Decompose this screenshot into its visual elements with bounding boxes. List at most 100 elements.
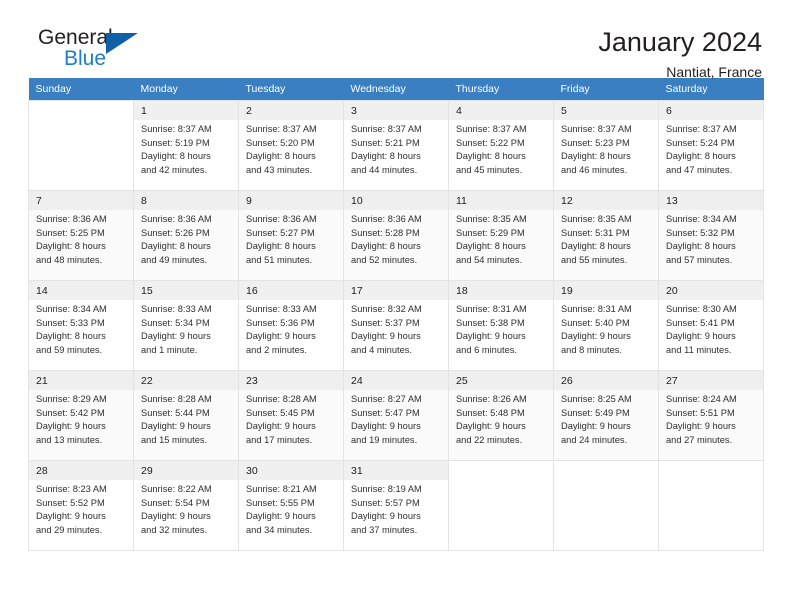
day-number: 7	[29, 191, 133, 210]
day-cell[interactable]: 5 Sunrise: 8:37 AM Sunset: 5:23 PM Dayli…	[553, 100, 659, 191]
daylight-text-line1: Daylight: 8 hours	[456, 241, 526, 251]
day-number: 28	[29, 461, 133, 480]
day-info: Sunrise: 8:27 AM Sunset: 5:47 PM Dayligh…	[344, 390, 448, 447]
day-number: 15	[134, 281, 238, 300]
day-cell[interactable]: 20 Sunrise: 8:30 AM Sunset: 5:41 PM Dayl…	[658, 280, 764, 371]
day-number: 30	[239, 461, 343, 480]
day-cell[interactable]: 15 Sunrise: 8:33 AM Sunset: 5:34 PM Dayl…	[133, 280, 239, 371]
daylight-text-line1: Daylight: 8 hours	[666, 241, 736, 251]
day-number: 3	[344, 101, 448, 120]
day-info: Sunrise: 8:33 AM Sunset: 5:34 PM Dayligh…	[134, 300, 238, 357]
day-number: 4	[449, 101, 553, 120]
day-cell[interactable]: 16 Sunrise: 8:33 AM Sunset: 5:36 PM Dayl…	[238, 280, 344, 371]
day-cell[interactable]: 6 Sunrise: 8:37 AM Sunset: 5:24 PM Dayli…	[658, 100, 764, 191]
daylight-text-line2: and 59 minutes.	[36, 344, 103, 355]
sunset-text: Sunset: 5:21 PM	[351, 137, 420, 148]
day-number: 5	[554, 101, 658, 120]
day-cell[interactable]: 26 Sunrise: 8:25 AM Sunset: 5:49 PM Dayl…	[553, 370, 659, 461]
sunrise-text: Sunrise: 8:33 AM	[141, 304, 212, 314]
day-number: 10	[344, 191, 448, 210]
sunset-text: Sunset: 5:47 PM	[351, 407, 420, 418]
day-cell[interactable]: 10 Sunrise: 8:36 AM Sunset: 5:28 PM Dayl…	[343, 190, 449, 281]
day-info: Sunrise: 8:23 AM Sunset: 5:52 PM Dayligh…	[29, 480, 133, 537]
day-cell[interactable]: 24 Sunrise: 8:27 AM Sunset: 5:47 PM Dayl…	[343, 370, 449, 461]
sunrise-text: Sunrise: 8:37 AM	[666, 124, 737, 134]
sunset-text: Sunset: 5:24 PM	[666, 137, 735, 148]
calendar-week-row: 14 Sunrise: 8:34 AM Sunset: 5:33 PM Dayl…	[28, 280, 764, 371]
generalblue-logo[interactable]: General Blue	[28, 26, 158, 78]
daylight-text-line2: and 49 minutes.	[141, 254, 208, 265]
day-cell[interactable]: 18 Sunrise: 8:31 AM Sunset: 5:38 PM Dayl…	[448, 280, 554, 371]
daylight-text-line2: and 46 minutes.	[561, 164, 628, 175]
daylight-text-line2: and 48 minutes.	[36, 254, 103, 265]
sunrise-text: Sunrise: 8:34 AM	[666, 214, 737, 224]
sunset-text: Sunset: 5:27 PM	[246, 227, 315, 238]
day-cell[interactable]: 4 Sunrise: 8:37 AM Sunset: 5:22 PM Dayli…	[448, 100, 554, 191]
day-info: Sunrise: 8:31 AM Sunset: 5:38 PM Dayligh…	[449, 300, 553, 357]
day-number: 6	[659, 101, 763, 120]
daylight-text-line1: Daylight: 9 hours	[141, 331, 211, 341]
weekday-header-tuesday: Tuesday	[238, 78, 344, 101]
day-info: Sunrise: 8:37 AM Sunset: 5:20 PM Dayligh…	[239, 120, 343, 177]
day-info: Sunrise: 8:28 AM Sunset: 5:44 PM Dayligh…	[134, 390, 238, 447]
sunrise-text: Sunrise: 8:36 AM	[246, 214, 317, 224]
day-cell[interactable]: 28 Sunrise: 8:23 AM Sunset: 5:52 PM Dayl…	[28, 460, 134, 551]
sunset-text: Sunset: 5:32 PM	[666, 227, 735, 238]
sunrise-text: Sunrise: 8:27 AM	[351, 394, 422, 404]
day-number: 14	[29, 281, 133, 300]
daylight-text-line2: and 29 minutes.	[36, 524, 103, 535]
day-cell-empty	[658, 460, 764, 551]
day-cell[interactable]: 22 Sunrise: 8:28 AM Sunset: 5:44 PM Dayl…	[133, 370, 239, 461]
sunset-text: Sunset: 5:55 PM	[246, 497, 315, 508]
daylight-text-line2: and 32 minutes.	[141, 524, 208, 535]
day-cell[interactable]: 3 Sunrise: 8:37 AM Sunset: 5:21 PM Dayli…	[343, 100, 449, 191]
day-cell[interactable]: 23 Sunrise: 8:28 AM Sunset: 5:45 PM Dayl…	[238, 370, 344, 461]
day-number: 16	[239, 281, 343, 300]
day-cell[interactable]: 25 Sunrise: 8:26 AM Sunset: 5:48 PM Dayl…	[448, 370, 554, 461]
day-cell[interactable]: 17 Sunrise: 8:32 AM Sunset: 5:37 PM Dayl…	[343, 280, 449, 371]
daylight-text-line1: Daylight: 8 hours	[36, 241, 106, 251]
day-cell[interactable]: 11 Sunrise: 8:35 AM Sunset: 5:29 PM Dayl…	[448, 190, 554, 281]
day-cell[interactable]: 19 Sunrise: 8:31 AM Sunset: 5:40 PM Dayl…	[553, 280, 659, 371]
sunrise-text: Sunrise: 8:31 AM	[561, 304, 632, 314]
day-info: Sunrise: 8:36 AM Sunset: 5:28 PM Dayligh…	[344, 210, 448, 267]
day-cell[interactable]: 9 Sunrise: 8:36 AM Sunset: 5:27 PM Dayli…	[238, 190, 344, 281]
logo-triangle-icon	[106, 33, 138, 54]
day-number: 11	[449, 191, 553, 210]
daylight-text-line1: Daylight: 8 hours	[666, 151, 736, 161]
daylight-text-line1: Daylight: 9 hours	[141, 511, 211, 521]
day-cell[interactable]: 12 Sunrise: 8:35 AM Sunset: 5:31 PM Dayl…	[553, 190, 659, 281]
sunrise-text: Sunrise: 8:26 AM	[456, 394, 527, 404]
day-cell[interactable]: 1 Sunrise: 8:37 AM Sunset: 5:19 PM Dayli…	[133, 100, 239, 191]
sunset-text: Sunset: 5:37 PM	[351, 317, 420, 328]
daylight-text-line1: Daylight: 8 hours	[456, 151, 526, 161]
day-cell[interactable]: 27 Sunrise: 8:24 AM Sunset: 5:51 PM Dayl…	[658, 370, 764, 461]
day-cell[interactable]: 2 Sunrise: 8:37 AM Sunset: 5:20 PM Dayli…	[238, 100, 344, 191]
day-cell[interactable]: 7 Sunrise: 8:36 AM Sunset: 5:25 PM Dayli…	[28, 190, 134, 281]
day-number: 19	[554, 281, 658, 300]
day-cell[interactable]: 29 Sunrise: 8:22 AM Sunset: 5:54 PM Dayl…	[133, 460, 239, 551]
logo-text-general: General	[38, 26, 113, 49]
daylight-text-line2: and 44 minutes.	[351, 164, 418, 175]
day-info: Sunrise: 8:35 AM Sunset: 5:29 PM Dayligh…	[449, 210, 553, 267]
day-info: Sunrise: 8:37 AM Sunset: 5:21 PM Dayligh…	[344, 120, 448, 177]
day-number: 1	[134, 101, 238, 120]
daylight-text-line2: and 19 minutes.	[351, 434, 418, 445]
day-cell[interactable]: 31 Sunrise: 8:19 AM Sunset: 5:57 PM Dayl…	[343, 460, 449, 551]
day-number: 24	[344, 371, 448, 390]
day-cell[interactable]: 30 Sunrise: 8:21 AM Sunset: 5:55 PM Dayl…	[238, 460, 344, 551]
day-info: Sunrise: 8:33 AM Sunset: 5:36 PM Dayligh…	[239, 300, 343, 357]
sunset-text: Sunset: 5:38 PM	[456, 317, 525, 328]
day-cell[interactable]: 21 Sunrise: 8:29 AM Sunset: 5:42 PM Dayl…	[28, 370, 134, 461]
daylight-text-line1: Daylight: 8 hours	[141, 241, 211, 251]
sunset-text: Sunset: 5:26 PM	[141, 227, 210, 238]
day-cell[interactable]: 8 Sunrise: 8:36 AM Sunset: 5:26 PM Dayli…	[133, 190, 239, 281]
daylight-text-line2: and 6 minutes.	[456, 344, 517, 355]
daylight-text-line2: and 11 minutes.	[666, 344, 732, 355]
daylight-text-line2: and 2 minutes.	[246, 344, 307, 355]
daylight-text-line1: Daylight: 8 hours	[141, 151, 211, 161]
day-cell[interactable]: 13 Sunrise: 8:34 AM Sunset: 5:32 PM Dayl…	[658, 190, 764, 281]
daylight-text-line1: Daylight: 9 hours	[666, 331, 736, 341]
day-cell[interactable]: 14 Sunrise: 8:34 AM Sunset: 5:33 PM Dayl…	[28, 280, 134, 371]
daylight-text-line1: Daylight: 9 hours	[351, 421, 421, 431]
